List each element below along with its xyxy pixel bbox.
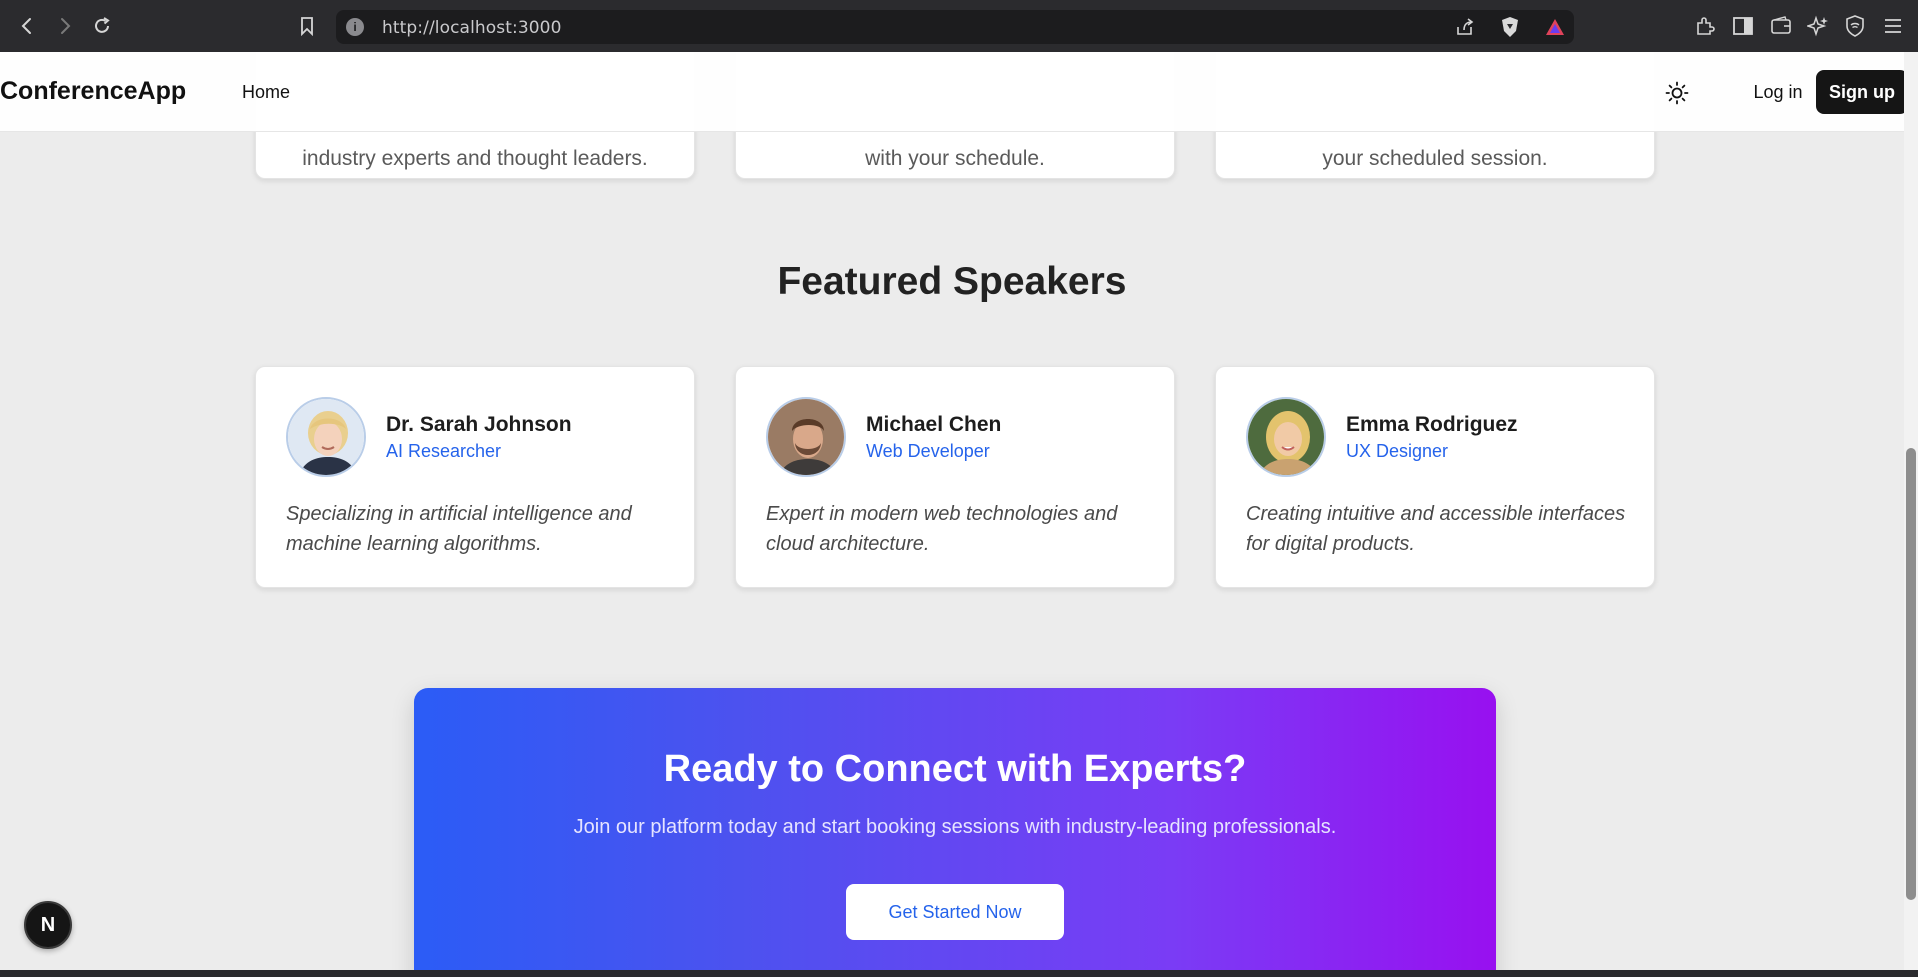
- brave-rewards-icon[interactable]: [1542, 14, 1568, 40]
- speaker-card: Dr. Sarah Johnson AI Researcher Speciali…: [255, 366, 695, 588]
- bookmark-icon[interactable]: [294, 13, 320, 39]
- nextjs-dev-indicator-icon[interactable]: N: [24, 901, 72, 949]
- get-started-button[interactable]: Get Started Now: [846, 884, 1064, 940]
- speaker-avatar: [766, 397, 846, 477]
- speaker-bio: Specializing in artificial intelligence …: [286, 503, 632, 555]
- share-icon[interactable]: [1452, 14, 1478, 40]
- sidebar-icon[interactable]: [1730, 13, 1756, 39]
- window-bottom-edge: [0, 970, 1918, 977]
- feature-description: with your schedule.: [865, 147, 1045, 170]
- leo-ai-icon[interactable]: [1805, 13, 1831, 39]
- vpn-shield-icon[interactable]: [1842, 13, 1868, 39]
- page-viewport: industry experts and thought leaders. wi…: [0, 52, 1904, 970]
- speaker-role: AI Researcher: [386, 441, 502, 461]
- speaker-card: Emma Rodriguez UX Designer Creating intu…: [1215, 366, 1655, 588]
- scrollbar-thumb[interactable]: [1906, 448, 1916, 900]
- brave-shield-icon[interactable]: [1497, 14, 1523, 40]
- brand-logo[interactable]: ConferenceApp: [0, 77, 186, 106]
- site-header: ConferenceApp Home Log in Sign up: [0, 52, 1904, 132]
- signup-button[interactable]: Sign up: [1816, 70, 1904, 114]
- url-text: http://localhost:3000: [382, 18, 562, 38]
- speaker-name: Dr. Sarah Johnson: [386, 413, 572, 436]
- login-button[interactable]: Log in: [1726, 70, 1830, 114]
- feature-description: industry experts and thought leaders.: [302, 147, 648, 170]
- forward-icon[interactable]: [52, 13, 78, 39]
- back-icon[interactable]: [14, 13, 40, 39]
- speaker-bio: Expert in modern web technologies and cl…: [766, 503, 1118, 555]
- speaker-avatar: [1246, 397, 1326, 477]
- speaker-card: Michael Chen Web Developer Expert in mod…: [735, 366, 1175, 588]
- theme-toggle-sun-icon[interactable]: [1664, 80, 1690, 106]
- featured-speakers-heading: Featured Speakers: [777, 260, 1127, 303]
- speaker-name: Emma Rodriguez: [1346, 413, 1518, 436]
- speaker-name: Michael Chen: [866, 413, 1002, 436]
- cta-title: Ready to Connect with Experts?: [663, 748, 1247, 790]
- nav-link-home[interactable]: Home: [242, 82, 290, 103]
- menu-icon[interactable]: [1880, 13, 1906, 39]
- cta-banner: Ready to Connect with Experts? Join our …: [414, 688, 1496, 970]
- reload-icon[interactable]: [89, 13, 115, 39]
- speaker-role: UX Designer: [1346, 441, 1449, 461]
- site-info-icon[interactable]: i: [346, 18, 364, 36]
- browser-toolbar: i http://localhost:3000: [0, 0, 1918, 52]
- speaker-role: Web Developer: [866, 441, 990, 461]
- extensions-icon[interactable]: [1692, 13, 1718, 39]
- feature-description: your scheduled session.: [1322, 147, 1548, 170]
- cta-subtitle: Join our platform today and start bookin…: [573, 816, 1337, 838]
- speaker-avatar: [286, 397, 366, 477]
- wallet-icon[interactable]: [1768, 13, 1794, 39]
- address-bar[interactable]: i http://localhost:3000: [336, 10, 1574, 44]
- speaker-bio: Creating intuitive and accessible interf…: [1246, 503, 1626, 555]
